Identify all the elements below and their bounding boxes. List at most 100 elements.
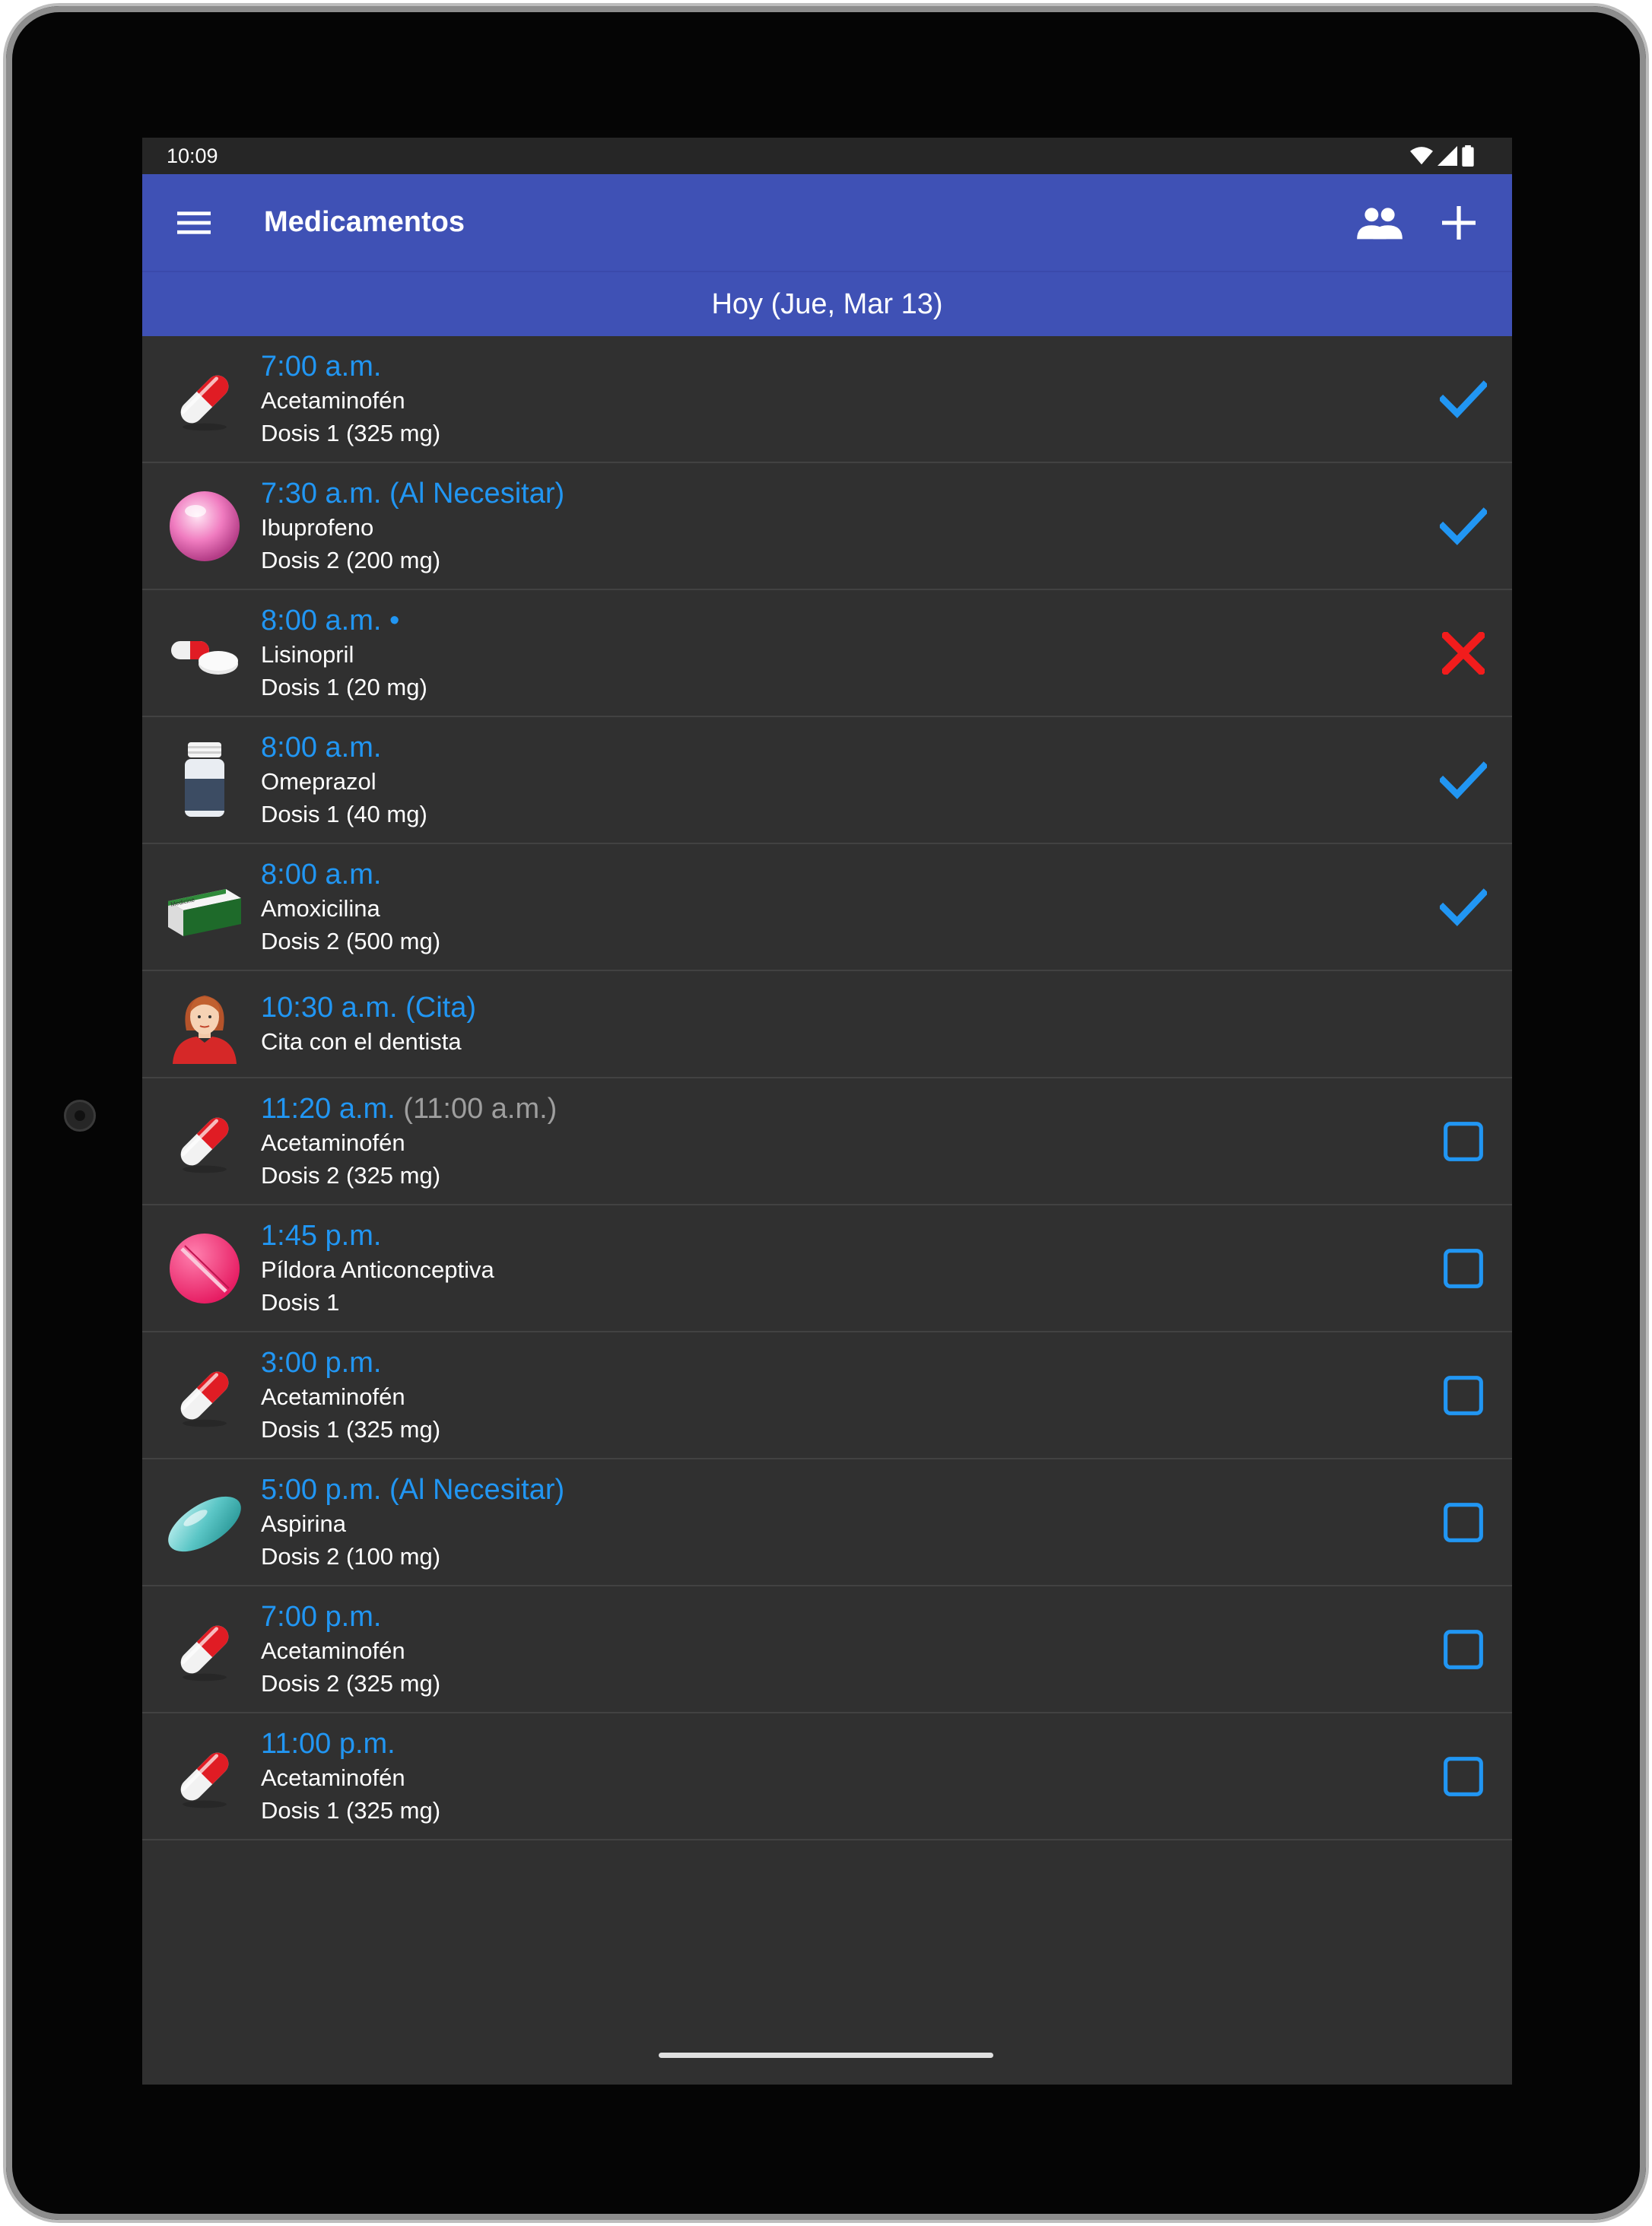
original-time: (11:00 a.m.) [403, 1092, 558, 1125]
item-time: 10:30 a.m. (Cita) [261, 992, 476, 1024]
status-bar: 10:09 [142, 138, 1512, 174]
item-name: Acetaminofén [261, 1383, 405, 1410]
check-icon [1440, 379, 1487, 418]
item-status-button[interactable] [1433, 1365, 1494, 1426]
screen: 10:09 Medicamentos Hoy (Jue, Mar 13) 7:0… [142, 138, 1512, 2085]
status-icons [1410, 145, 1474, 167]
menu-button[interactable] [167, 195, 221, 250]
item-name: Acetaminofén [261, 1764, 405, 1791]
schedule-item[interactable]: 11:20 a.m. (11:00 a.m.) Acetaminofén Dos… [142, 1078, 1512, 1205]
check-icon [1440, 888, 1487, 926]
item-status-button[interactable] [1433, 623, 1494, 684]
item-name: Lisinopril [261, 640, 354, 668]
item-time-line: 10:30 a.m. (Cita) [261, 990, 1512, 1025]
wifi-icon [1410, 147, 1433, 165]
schedule-item[interactable]: 10:30 a.m. (Cita) Cita con el dentista [142, 971, 1512, 1078]
schedule-item[interactable]: Medicine 8:00 a.m. Amoxicilina Dosis 2 (… [142, 844, 1512, 971]
item-status-button[interactable] [1433, 1492, 1494, 1553]
capsule-red-white-icon [165, 1356, 244, 1435]
item-time-line: 7:30 a.m. (Al Necesitar) [261, 476, 1433, 511]
item-time-line: 11:20 a.m. (11:00 a.m.) [261, 1091, 1433, 1126]
item-status-button[interactable] [1433, 369, 1494, 430]
item-time-line: 8:00 a.m. • [261, 603, 1433, 638]
item-text: 11:00 p.m. Acetaminofén Dosis 1 (325 mg) [261, 1726, 1433, 1827]
item-time-line: 7:00 a.m. [261, 349, 1433, 384]
schedule-item[interactable]: 7:00 a.m. Acetaminofén Dosis 1 (325 mg) [142, 336, 1512, 463]
schedule-item[interactable]: 7:00 p.m. Acetaminofén Dosis 2 (325 mg) [142, 1586, 1512, 1713]
item-time-line: 5:00 p.m. (Al Necesitar) [261, 1472, 1433, 1507]
item-time: 11:20 a.m. [261, 1092, 396, 1125]
item-time: 8:00 a.m. [261, 731, 382, 764]
signal-icon [1438, 146, 1457, 166]
schedule-item[interactable]: 8:00 a.m. • Lisinopril Dosis 1 (20 mg) [142, 590, 1512, 717]
schedule-item[interactable]: 11:00 p.m. Acetaminofén Dosis 1 (325 mg) [142, 1713, 1512, 1840]
item-text: 8:00 a.m. Omeprazol Dosis 1 (40 mg) [261, 730, 1433, 830]
pill-bottle-icon [165, 741, 244, 820]
item-name: Acetaminofén [261, 1129, 405, 1156]
schedule-item[interactable]: 5:00 p.m. (Al Necesitar) Aspirina Dosis … [142, 1459, 1512, 1586]
check-icon [1440, 506, 1487, 545]
medicine-box-icon: Medicine [165, 868, 244, 947]
item-name: Omeprazol [261, 767, 376, 795]
schedule-item[interactable]: 1:45 p.m. Píldora Anticonceptiva Dosis 1 [142, 1205, 1512, 1332]
capsule-red-white-icon [165, 1610, 244, 1689]
item-name: Cita con el dentista [261, 1028, 462, 1055]
date-header[interactable]: Hoy (Jue, Mar 13) [142, 271, 1512, 336]
item-dose: Dosis 2 (325 mg) [261, 1669, 441, 1697]
item-status-button[interactable] [1433, 1619, 1494, 1680]
item-time: 7:00 p.m. [261, 1600, 382, 1633]
checkbox-icon [1444, 1248, 1483, 1288]
item-time: 8:00 a.m. • [261, 604, 400, 637]
item-name: Acetaminofén [261, 386, 405, 414]
item-name: Ibuprofeno [261, 513, 374, 541]
checkbox-icon [1444, 1375, 1483, 1415]
checkbox-icon [1444, 1629, 1483, 1669]
item-name: Píldora Anticonceptiva [261, 1256, 494, 1283]
item-dose: Dosis 1 (325 mg) [261, 1796, 441, 1824]
item-time: 8:00 a.m. [261, 858, 382, 891]
item-text: 10:30 a.m. (Cita) Cita con el dentista [261, 990, 1512, 1058]
capsule-red-white-icon [165, 1737, 244, 1816]
item-time: 1:45 p.m. [261, 1219, 382, 1252]
app-bar: Medicamentos [142, 174, 1512, 271]
capsule-red-white-icon [165, 1102, 244, 1181]
missed-x-icon [1442, 631, 1485, 675]
add-icon [1442, 205, 1476, 240]
item-text: 8:00 a.m. Amoxicilina Dosis 2 (500 mg) [261, 857, 1433, 957]
gesture-nav-bar[interactable] [659, 2053, 993, 2058]
item-name: Amoxicilina [261, 894, 380, 922]
item-time-line: 8:00 a.m. [261, 857, 1433, 892]
schedule-item[interactable]: 7:30 a.m. (Al Necesitar) Ibuprofeno Dosi… [142, 463, 1512, 590]
add-button[interactable] [1428, 192, 1489, 253]
app-title: Medicamentos [264, 206, 465, 238]
item-time-line: 7:00 p.m. [261, 1599, 1433, 1634]
front-camera [64, 1100, 96, 1132]
item-time-line: 3:00 p.m. [261, 1345, 1433, 1380]
item-status-button[interactable] [1433, 1238, 1494, 1299]
teal-softgel-icon [165, 1483, 244, 1562]
item-time-line: 1:45 p.m. [261, 1218, 1433, 1253]
item-dose: Dosis 2 (325 mg) [261, 1161, 441, 1189]
check-icon [1440, 761, 1487, 799]
checkbox-icon [1444, 1502, 1483, 1542]
schedule-item[interactable]: 8:00 a.m. Omeprazol Dosis 1 (40 mg) [142, 717, 1512, 844]
item-dose: Dosis 2 (200 mg) [261, 546, 441, 573]
item-status-button[interactable] [1433, 1746, 1494, 1807]
item-text: 5:00 p.m. (Al Necesitar) Aspirina Dosis … [261, 1472, 1433, 1573]
item-status-button[interactable] [1433, 1111, 1494, 1172]
item-status-button[interactable] [1433, 496, 1494, 557]
menu-icon [177, 211, 211, 234]
item-text: 3:00 p.m. Acetaminofén Dosis 1 (325 mg) [261, 1345, 1433, 1446]
caregivers-button[interactable] [1349, 192, 1410, 253]
item-dose: Dosis 1 [261, 1288, 340, 1316]
schedule-item[interactable]: 3:00 p.m. Acetaminofén Dosis 1 (325 mg) [142, 1332, 1512, 1459]
item-status-button[interactable] [1433, 877, 1494, 938]
item-dose: Dosis 2 (100 mg) [261, 1542, 441, 1570]
item-dose: Dosis 1 (325 mg) [261, 419, 441, 446]
item-dose: Dosis 1 (20 mg) [261, 673, 427, 700]
item-text: 7:30 a.m. (Al Necesitar) Ibuprofeno Dosi… [261, 476, 1433, 576]
item-time: 11:00 p.m. [261, 1727, 396, 1760]
item-status-button[interactable] [1433, 750, 1494, 811]
item-text: 7:00 a.m. Acetaminofén Dosis 1 (325 mg) [261, 349, 1433, 449]
item-text: 8:00 a.m. • Lisinopril Dosis 1 (20 mg) [261, 603, 1433, 703]
